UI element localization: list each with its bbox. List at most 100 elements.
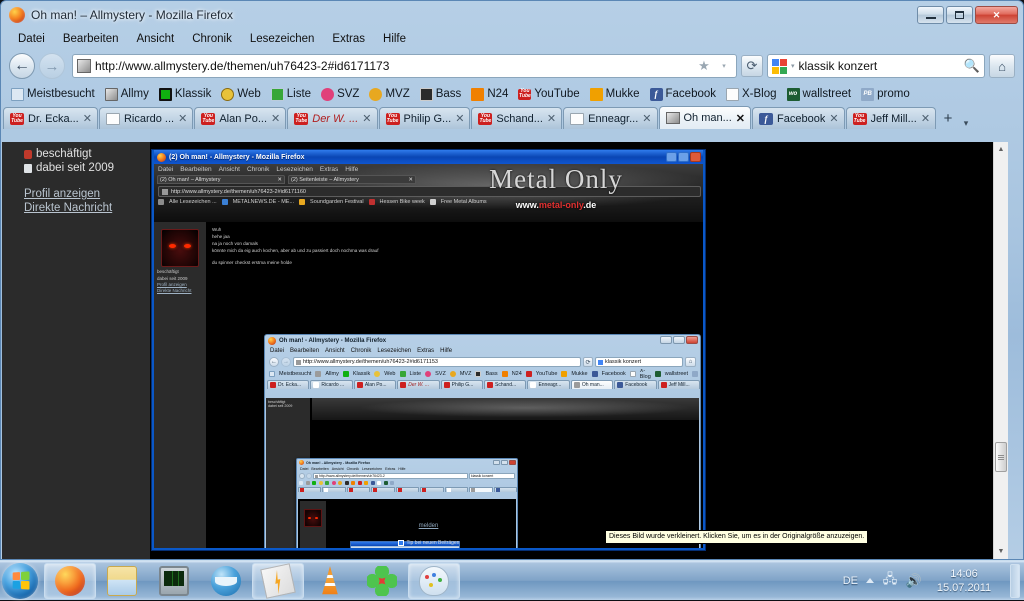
bookmark-n24[interactable]: N24 — [467, 87, 512, 102]
nested1-minimize-button[interactable] — [666, 152, 677, 162]
nested1-tab[interactable]: (2) Seitenleiste – Allmystery✕ — [288, 175, 416, 184]
nested3-tab[interactable] — [347, 487, 370, 493]
menu-lesezeichen[interactable]: Lesezeichen — [241, 31, 324, 47]
nested3-tab[interactable] — [322, 487, 345, 493]
scrollbar-thumb[interactable] — [995, 442, 1007, 472]
start-button[interactable] — [2, 563, 38, 599]
nested2-bookmark[interactable]: SVZ — [435, 371, 446, 377]
nested2-home-button[interactable]: ⌂ — [685, 357, 696, 367]
nested-screenshot-level1[interactable]: (2) Oh man! - Allmystery - Mozilla Firef… — [152, 150, 705, 550]
scrollbar-track[interactable] — [994, 157, 1009, 544]
bookmark-svz[interactable]: SVZ — [317, 87, 363, 102]
close-button[interactable]: ✕ — [975, 6, 1018, 24]
taskbar-item-paint[interactable] — [408, 563, 460, 599]
nested3-tab[interactable] — [396, 487, 419, 493]
tab-close-icon[interactable]: ✕ — [178, 112, 187, 125]
nested3-tab[interactable] — [298, 487, 321, 493]
nested2-tab-active[interactable]: Oh man... — [571, 380, 613, 389]
nested2-bookmark[interactable]: X-Blog — [640, 369, 651, 379]
nested2-tab[interactable]: Jeff Mill... — [658, 380, 700, 389]
tab-close-icon[interactable]: ✕ — [921, 112, 930, 125]
bookmark-mukke[interactable]: Mukke — [586, 87, 644, 102]
nested2-minimize-button[interactable] — [660, 336, 672, 344]
search-icon[interactable]: 🔍 — [964, 58, 980, 74]
tab-enneagr[interactable]: Enneagr...✕ — [563, 107, 657, 129]
tab-close-icon[interactable]: ✕ — [736, 112, 745, 125]
bookmark-promo[interactable]: PBpromo — [857, 87, 914, 102]
url-bar[interactable]: http://www.allmystery.de/themen/uh76423-… — [72, 54, 737, 78]
nested2-menu-item[interactable]: Ansicht — [325, 348, 345, 354]
tab-schand[interactable]: YouTubeSchand...✕ — [471, 107, 562, 129]
nested1-menu-item[interactable]: Bearbeiten — [180, 166, 211, 173]
bookmark-star-icon[interactable]: ★ — [696, 58, 712, 74]
tab-der-w[interactable]: YouTubeDer W. ...✕ — [287, 107, 377, 129]
nested1-menu-item[interactable]: Datei — [158, 166, 173, 173]
bookmark-klassik[interactable]: Klassik — [155, 87, 215, 102]
nested3-minimize-button[interactable] — [493, 460, 500, 465]
tab-close-icon[interactable]: ✕ — [829, 112, 838, 125]
nested2-tab[interactable]: Dr. Ecka... — [267, 380, 309, 389]
nested2-bookmark[interactable]: MVZ — [460, 371, 472, 377]
tab-alan-po[interactable]: YouTubeAlan Po...✕ — [194, 107, 286, 129]
menu-bearbeiten[interactable]: Bearbeiten — [54, 31, 128, 47]
menu-datei[interactable]: Datei — [9, 31, 54, 47]
taskbar-item-firefox[interactable] — [44, 563, 96, 599]
search-bar[interactable]: ▾ klassik konzert 🔍 — [767, 54, 985, 78]
scroll-up-arrow-icon[interactable]: ▲ — [994, 142, 1009, 157]
bookmark-xblog[interactable]: X-Blog — [722, 87, 781, 102]
reload-button[interactable]: ⟳ — [741, 55, 763, 77]
nested3-menu-item[interactable]: Hilfe — [398, 467, 405, 471]
tab-close-icon[interactable]: ✕ — [362, 112, 371, 125]
search-engine-dropdown-icon[interactable]: ▾ — [791, 62, 795, 70]
nested1-direct-message-link[interactable]: Direkte Nachricht — [157, 288, 203, 294]
nested3-tab[interactable] — [420, 487, 443, 493]
bookmark-web[interactable]: Web — [217, 87, 264, 102]
bookmark-allmy[interactable]: Allmy — [101, 87, 153, 102]
nested2-tab[interactable]: Ricardo ... — [310, 380, 352, 389]
nested3-url-bar[interactable]: http://www.allmystery.de/themen/uh76423-… — [313, 473, 468, 479]
nested3-menu-item[interactable]: Datei — [300, 467, 308, 471]
taskbar-item-winamp[interactable] — [252, 563, 304, 599]
nested1-menu-item[interactable]: Extras — [320, 166, 338, 173]
tab-close-icon[interactable]: ✕ — [455, 112, 464, 125]
nested2-bookmark[interactable]: N24 — [512, 371, 522, 377]
nested2-bookmark[interactable]: Bass — [485, 371, 497, 377]
tab-list-dropdown-icon[interactable]: ▾ — [959, 118, 973, 129]
tab-philip-g[interactable]: YouTubePhilip G...✕ — [379, 107, 471, 129]
tab-dr-ecka[interactable]: YouTubeDr. Ecka...✕ — [3, 107, 98, 129]
tab-close-icon[interactable]: ✕ — [642, 112, 651, 125]
nested2-menu-item[interactable]: Extras — [417, 348, 434, 354]
tray-expand-icon[interactable] — [866, 578, 874, 583]
tab-close-icon[interactable]: ✕ — [83, 112, 92, 125]
nested2-menu-item[interactable]: Lesezeichen — [377, 348, 411, 354]
nested1-tab-close-icon[interactable]: ✕ — [277, 177, 282, 183]
nested2-bookmark[interactable]: YouTube — [536, 371, 558, 377]
forward-button[interactable]: → — [39, 53, 65, 79]
nested1-tab[interactable]: (2) Oh man! – Allmystery✕ — [157, 175, 285, 184]
bookmark-bass[interactable]: Bass — [416, 87, 466, 102]
search-input-value[interactable]: klassik konzert — [799, 59, 960, 73]
nested2-maximize-button[interactable] — [673, 336, 685, 344]
bookmark-mvz[interactable]: MVZ — [365, 87, 413, 102]
nested2-url-bar[interactable]: http://www.allmystery.de/themen/uh76423-… — [293, 357, 581, 367]
nested1-tab-close-icon[interactable]: ✕ — [408, 177, 413, 183]
nested1-tip-checkbox[interactable] — [398, 540, 404, 546]
nested2-menu-item[interactable]: Chronik — [351, 348, 372, 354]
tab-facebook[interactable]: fFacebook✕ — [752, 107, 845, 129]
taskbar-item-system-monitor[interactable] — [148, 563, 200, 599]
menu-chronik[interactable]: Chronik — [183, 31, 241, 47]
nested2-tab[interactable]: Facebook — [614, 380, 656, 389]
network-icon[interactable]: 🖧 — [882, 573, 898, 589]
new-tab-button[interactable]: + — [937, 108, 959, 129]
nested3-search-bar[interactable]: klassik konzert — [469, 473, 515, 479]
nested1-menu-item[interactable]: Lesezeichen — [276, 166, 313, 173]
nested1-url-bar[interactable]: http://www.allmystery.de/themen/uh76423-… — [158, 186, 701, 197]
nested3-maximize-button[interactable] — [501, 460, 508, 465]
nested2-forward-button[interactable]: → — [281, 357, 291, 367]
nested2-back-button[interactable]: ← — [269, 357, 279, 367]
menu-ansicht[interactable]: Ansicht — [127, 31, 183, 47]
bookmark-liste[interactable]: Liste — [267, 87, 315, 102]
nested1-menu-item[interactable]: Ansicht — [219, 166, 240, 173]
bookmark-facebook[interactable]: fFacebook — [646, 87, 721, 102]
nested1-report-link[interactable]: melden — [419, 523, 439, 529]
